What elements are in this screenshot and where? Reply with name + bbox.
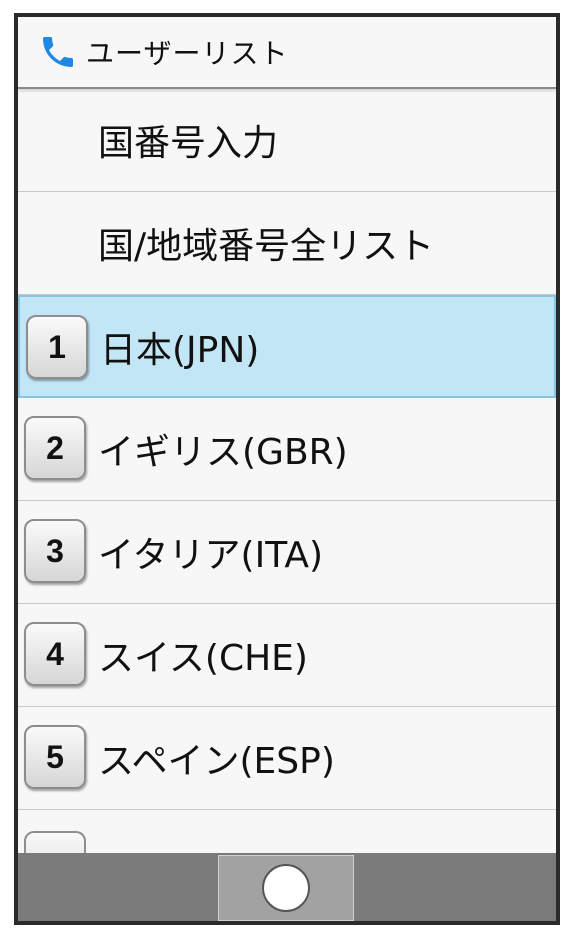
app-header: ユーザーリスト	[18, 17, 556, 89]
number-key-badge: 1	[26, 315, 88, 379]
home-button[interactable]	[218, 855, 354, 921]
page-title: ユーザーリスト	[86, 37, 289, 70]
list-item-label: スイス(CHE)	[98, 638, 308, 679]
list-item-uk[interactable]: 2 イギリス(GBR)	[18, 398, 556, 501]
menu-item-label: 国番号入力	[98, 123, 279, 164]
list-item-label: イギリス(GBR)	[98, 432, 348, 473]
menu-item-label: 国/地域番号全リスト	[98, 226, 435, 267]
menu-item-full-country-list[interactable]: 国/地域番号全リスト	[18, 192, 556, 295]
list-item-label: イタリア(ITA)	[98, 535, 324, 576]
list-item-italy[interactable]: 3 イタリア(ITA)	[18, 501, 556, 604]
list-item-label: スペイン(ESP)	[98, 741, 335, 782]
list-item-switzerland[interactable]: 4 スイス(CHE)	[18, 604, 556, 707]
number-key-badge: 2	[24, 416, 86, 480]
phone-screen: ユーザーリスト 国番号入力 国/地域番号全リスト 1 日本(JPN) 2 イギリ…	[14, 13, 560, 925]
list-item-spain[interactable]: 5 スペイン(ESP)	[18, 707, 556, 810]
home-circle-icon	[262, 864, 310, 912]
navigation-bar	[18, 853, 556, 921]
number-key-badge: 5	[24, 725, 86, 789]
number-key-badge: 4	[24, 622, 86, 686]
phone-icon	[43, 37, 73, 67]
list-item-label: 日本(JPN)	[100, 329, 260, 371]
menu-item-country-code-input[interactable]: 国番号入力	[18, 89, 556, 192]
list-item-japan[interactable]: 1 日本(JPN)	[18, 295, 556, 398]
number-key-badge: 3	[24, 519, 86, 583]
user-list: 国番号入力 国/地域番号全リスト 1 日本(JPN) 2 イギリス(GBR) 3…	[18, 89, 556, 810]
